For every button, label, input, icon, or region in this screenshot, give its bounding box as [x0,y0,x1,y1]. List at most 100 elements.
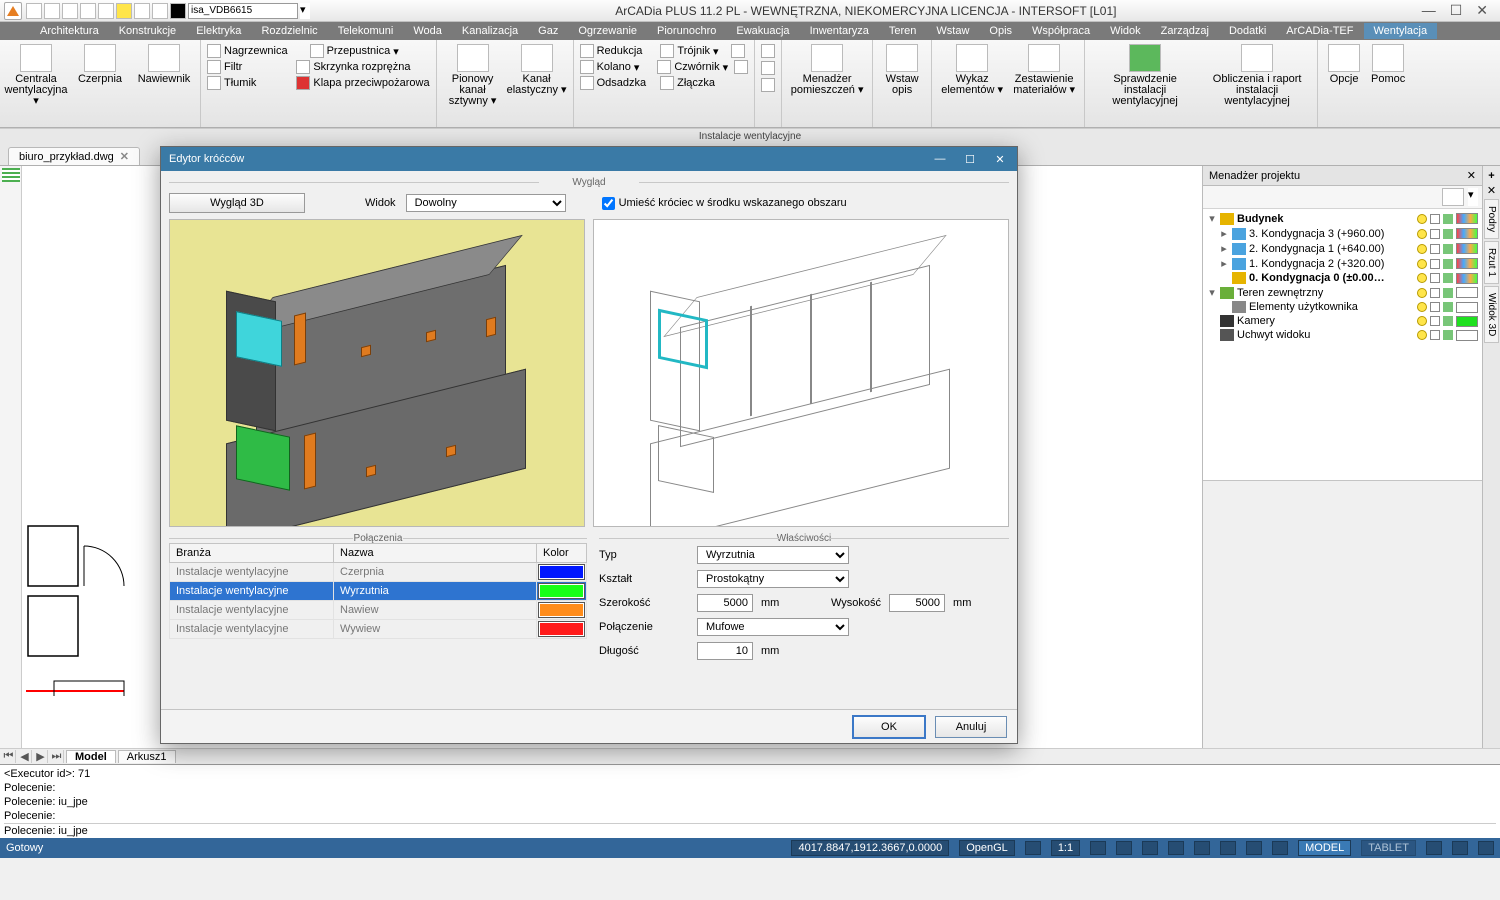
status-opengl[interactable]: OpenGL [959,840,1015,856]
cell-kolor[interactable] [537,620,587,639]
close-button[interactable]: ✕ [1476,2,1488,19]
menu-kanalizacja[interactable]: Kanalizacja [452,23,528,39]
sidestrip-plus-icon[interactable]: + [1488,170,1494,182]
ribbon-extra1-button[interactable] [731,44,745,58]
connections-table[interactable]: Branża Nazwa Kolor Instalacje wentylacyj… [169,543,587,639]
menu-gaz[interactable]: Gaz [528,23,568,39]
tree-node[interactable]: ▸1. Kondygnacja 2 (+320.00) [1203,256,1482,271]
status-i7-icon[interactable] [1246,841,1262,855]
expand-icon[interactable]: ▸ [1219,242,1229,255]
print-icon[interactable] [1443,330,1453,340]
color-swatch[interactable] [1456,273,1478,284]
ribbon-centrala-button[interactable]: Centrala wentylacyjna ▾ [6,44,66,123]
ribbon-sprawdzenie-button[interactable]: Sprawdzenie instalacji wentylacyjnej [1091,44,1199,123]
visibility-icon[interactable] [1417,302,1427,312]
status-i10-icon[interactable] [1452,841,1468,855]
view-select[interactable]: Dowolny [406,194,566,212]
menu-arcadia-tef[interactable]: ArCADia-TEF [1276,23,1363,39]
tree-node[interactable]: ▸2. Kondygnacja 1 (+640.00) [1203,241,1482,256]
ribbon-zestawienie-button[interactable]: Zestawienie materiałów ▾ [1010,44,1078,123]
visibility-icon[interactable] [1417,229,1427,239]
status-i5-icon[interactable] [1194,841,1210,855]
visibility-icon[interactable] [1417,330,1427,340]
lock-icon[interactable] [1430,302,1440,312]
lock-icon[interactable] [1430,273,1440,283]
prop-polaczenie-select[interactable]: Mufowe [697,618,849,636]
menu-architektura[interactable]: Architektura [30,23,109,39]
command-input[interactable]: Polecenie: iu_jpe [4,823,1496,838]
dialog-close-icon[interactable]: ✕ [991,153,1009,166]
color-swatch[interactable] [1456,228,1478,239]
status-i3-icon[interactable] [1142,841,1158,855]
ribbon-kanal-elastyczny-button[interactable]: Kanał elastyczny ▾ [507,44,567,123]
status-tablet[interactable]: TABLET [1361,840,1416,856]
print-icon[interactable] [1443,214,1453,224]
tree-node[interactable]: Kamery [1203,314,1482,328]
menu-opis[interactable]: Opis [979,23,1022,39]
visibility-icon[interactable] [1417,316,1427,326]
print-icon[interactable] [1443,302,1453,312]
menu-inwentaryza[interactable]: Inwentaryza [800,23,879,39]
sheet-nav-first-icon[interactable]: ⏮ [2,750,16,763]
menu-wstaw[interactable]: Wstaw [926,23,979,39]
view-3d-button[interactable]: Wygląd 3D [169,193,305,213]
menu-rozdzielnic[interactable]: Rozdzielnic [251,23,327,39]
color-swatch[interactable] [1456,243,1478,254]
menu-zarządzaj[interactable]: Zarządzaj [1151,23,1219,39]
lock-icon[interactable] [1430,316,1440,326]
project-manager-close-icon[interactable]: ✕ [1467,169,1476,182]
col-branza[interactable]: Branża [170,544,334,563]
ribbon-filtr-button[interactable]: Filtr [207,60,242,74]
ribbon-przepustnica-button[interactable]: Przepustnica▾ [310,44,399,58]
prop-szerokosc-input[interactable] [697,594,753,612]
qat-dropdown-icon[interactable]: ▾ [300,3,310,19]
qat-bulb-icon[interactable] [116,3,132,19]
ribbon-klapa-button[interactable]: Klapa przeciwpożarowa [296,76,429,90]
ribbon-redukcja-button[interactable]: Redukcja [580,44,643,58]
ribbon-pomoc-button[interactable]: Pomoc [1368,44,1408,123]
tree-node[interactable]: ▸3. Kondygnacja 3 (+960.00) [1203,226,1482,241]
maximize-button[interactable]: ☐ [1450,2,1463,19]
status-i1-icon[interactable] [1090,841,1106,855]
qat-undo-icon[interactable] [80,3,96,19]
dialog-minimize-icon[interactable]: — [931,153,949,166]
status-i8-icon[interactable] [1272,841,1288,855]
ribbon-wstaw-opis-button[interactable]: Wstaw opis [879,44,925,96]
tree-node[interactable]: ▾Teren zewnętrzny [1203,285,1482,300]
menu-ewakuacja[interactable]: Ewakuacja [726,23,799,39]
menu-woda[interactable]: Woda [403,23,452,39]
menu-telekomuni[interactable]: Telekomuni [328,23,404,39]
visibility-icon[interactable] [1417,259,1427,269]
sheet-nav-last-icon[interactable]: ⏭ [50,750,64,763]
preview-wire-view[interactable] [593,219,1009,527]
prop-typ-select[interactable]: Wyrzutnia [697,546,849,564]
menu-widok[interactable]: Widok [1100,23,1151,39]
print-icon[interactable] [1443,244,1453,254]
pm-tool-filter-icon[interactable] [1442,188,1464,206]
status-axes-icon[interactable] [1025,841,1041,855]
ribbon-czwornik-button[interactable]: Czwórnik▾ [657,60,728,74]
print-icon[interactable] [1443,288,1453,298]
print-icon[interactable] [1443,259,1453,269]
tree-node[interactable]: 0. Kondygnacja 0 (±0.00… [1203,271,1482,285]
preview-3d-view[interactable] [169,219,585,527]
qat-open-icon[interactable] [44,3,60,19]
table-row[interactable]: Instalacje wentylacyjneWyrzutnia [170,582,587,601]
menu-elektryka[interactable]: Elektryka [186,23,251,39]
app-logo[interactable] [4,2,22,20]
side-tab-podry[interactable]: Podry [1484,199,1499,239]
pm-tool-dropdown-icon[interactable]: ▾ [1468,188,1478,206]
place-center-checkbox-input[interactable] [602,197,615,210]
menu-ogrzewanie[interactable]: Ogrzewanie [568,23,647,39]
status-i2-icon[interactable] [1116,841,1132,855]
ok-button[interactable]: OK [853,716,925,738]
ribbon-odsadzka-button[interactable]: Odsadzka [580,76,647,90]
lock-icon[interactable] [1430,244,1440,254]
ribbon-skrzynka-button[interactable]: Skrzynka rozprężna [296,60,410,74]
tree-node[interactable]: Uchwyt widoku [1203,328,1482,342]
qat-redo-icon[interactable] [98,3,114,19]
color-swatch[interactable] [1456,316,1478,327]
ribbon-kolano-button[interactable]: Kolano▾ [580,60,640,74]
status-i4-icon[interactable] [1168,841,1184,855]
ribbon-obliczenia-button[interactable]: Obliczenia i raport instalacji wentylacy… [1203,44,1311,123]
